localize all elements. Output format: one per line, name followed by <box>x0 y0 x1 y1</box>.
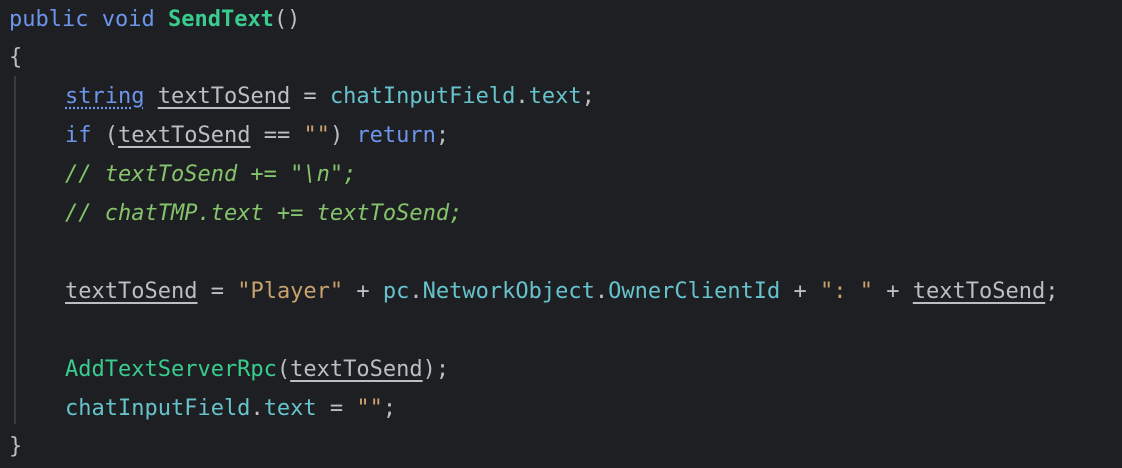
code-line-8[interactable]: textToSend = "Player" + pc.NetworkObject… <box>9 272 1058 311</box>
dot: . <box>515 84 529 109</box>
method-call[interactable]: AddTextServerRpc <box>65 357 277 382</box>
code-line-12[interactable]: } <box>9 427 22 466</box>
local-var[interactable]: textToSend <box>118 123 250 148</box>
semicolon: ; <box>1045 279 1059 304</box>
assign-op: = <box>197 279 238 304</box>
local-var[interactable]: textToSend <box>158 84 290 109</box>
close-brace: } <box>9 434 23 459</box>
semicolon: ; <box>435 123 450 148</box>
open-paren: ( <box>276 357 291 382</box>
string-literal: ": " <box>820 279 874 304</box>
code-line-11[interactable]: chatInputField.text = ""; <box>9 389 396 428</box>
plus-op: + <box>780 279 821 304</box>
local-var[interactable]: textToSend <box>290 357 422 382</box>
local-var[interactable]: textToSend <box>65 279 197 304</box>
keyword-return: return <box>356 123 436 148</box>
string-literal: "Player" <box>237 279 344 304</box>
semicolon: ; <box>382 396 397 421</box>
code-line-6[interactable]: // chatTMP.text += textToSend; <box>9 194 462 233</box>
equality-op: == <box>250 123 304 148</box>
comment: // chatTMP.text += textToSend; <box>65 201 463 226</box>
field-ref[interactable]: chatInputField <box>330 84 515 109</box>
code-line-3[interactable]: string textToSend = chatInputField.text; <box>9 77 595 116</box>
dot: . <box>250 396 264 421</box>
dot: . <box>409 279 423 304</box>
property-ref[interactable]: text <box>264 396 317 421</box>
field-ref[interactable]: chatInputField <box>65 396 250 421</box>
code-line-1[interactable]: public void SendText() <box>9 0 300 39</box>
close-paren: ) <box>329 123 357 148</box>
field-ref[interactable]: pc <box>383 279 410 304</box>
code-line-10[interactable]: AddTextServerRpc(textToSend); <box>9 350 449 389</box>
dot: . <box>594 279 609 304</box>
keyword-void: void <box>101 7 155 32</box>
property-ref[interactable]: NetworkObject <box>423 279 595 304</box>
assign-op: = <box>290 84 330 109</box>
string-literal: "" <box>356 396 383 421</box>
assign-op: = <box>316 396 357 421</box>
code-editor[interactable]: public void SendText() { string textToSe… <box>0 0 1122 468</box>
plus-op: + <box>873 279 913 304</box>
close-paren: ); <box>422 357 450 382</box>
code-line-2[interactable]: { <box>9 38 22 77</box>
keyword-public: public <box>9 7 89 32</box>
keyword-if: if <box>65 123 92 148</box>
comment: // textToSend += "\n"; <box>65 162 357 187</box>
parens: () <box>273 7 301 32</box>
string-literal: "" <box>303 123 330 148</box>
plus-op: + <box>343 279 383 304</box>
open-paren: ( <box>91 123 118 148</box>
property-ref[interactable]: text <box>529 84 582 109</box>
method-name[interactable]: SendText <box>168 7 274 32</box>
semicolon: ; <box>581 84 595 109</box>
code-line-4[interactable]: if (textToSend == "") return; <box>9 116 449 155</box>
property-ref[interactable]: OwnerClientId <box>608 279 780 304</box>
local-var[interactable]: textToSend <box>913 279 1045 304</box>
code-line-5[interactable]: // textToSend += "\n"; <box>9 155 356 194</box>
open-brace: { <box>9 45 23 70</box>
type-string[interactable]: string <box>65 84 144 109</box>
